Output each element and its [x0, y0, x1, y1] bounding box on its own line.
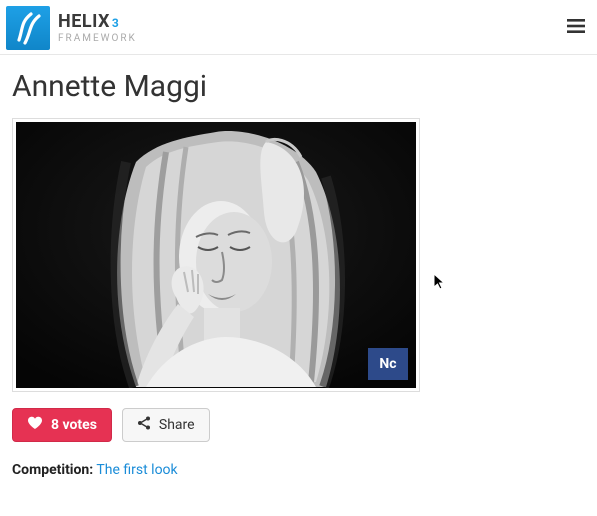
brand-name: HELIX: [58, 13, 110, 31]
photo-frame: Nc: [12, 118, 420, 392]
content: Annette Maggi: [0, 55, 597, 498]
brand-version: 3: [112, 17, 119, 29]
share-icon: [137, 416, 151, 434]
competition-link[interactable]: The first look: [96, 462, 177, 478]
share-button[interactable]: Share: [122, 408, 210, 442]
competition-label: Competition:: [12, 462, 93, 478]
meta-row: Competition: The first look: [12, 462, 585, 478]
vote-count-label: 8 votes: [51, 417, 97, 433]
header: HELIX 3 FRAMEWORK: [0, 0, 597, 55]
cursor-icon: [433, 273, 447, 295]
brand-text: HELIX 3 FRAMEWORK: [58, 13, 137, 44]
page-title: Annette Maggi: [12, 69, 585, 104]
menu-icon[interactable]: [567, 18, 585, 38]
actions-row: 8 votes Share: [12, 408, 585, 442]
brand[interactable]: HELIX 3 FRAMEWORK: [6, 6, 137, 50]
logo-icon: [6, 6, 50, 50]
entry-photo[interactable]: Nc: [16, 122, 416, 388]
vote-button[interactable]: 8 votes: [12, 408, 112, 442]
brand-tagline: FRAMEWORK: [58, 34, 137, 44]
share-label: Share: [159, 417, 195, 433]
heart-icon: [27, 416, 43, 434]
photo-badge: Nc: [368, 348, 408, 380]
